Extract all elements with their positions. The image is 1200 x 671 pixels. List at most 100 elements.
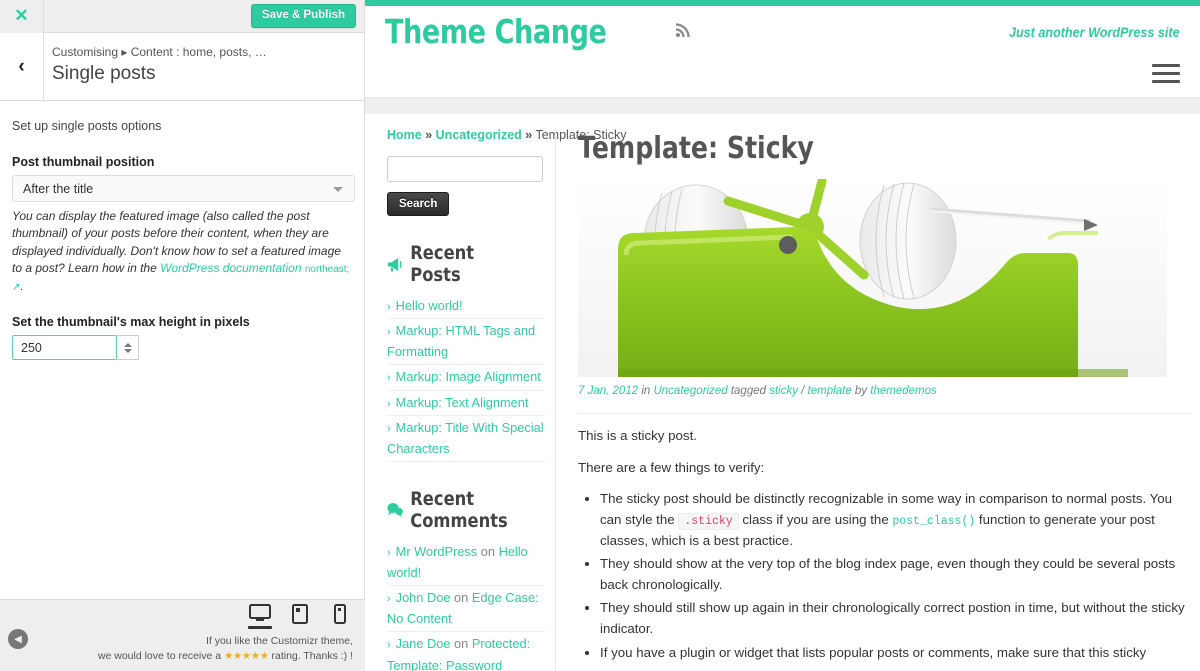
post-tag-template[interactable]: template — [808, 385, 852, 397]
stepper-up-icon[interactable] — [123, 342, 132, 347]
rss-icon[interactable] — [675, 21, 692, 43]
list-item[interactable]: › Hello world! — [387, 294, 545, 320]
recent-comments-list: › Mr WordPress on Hello world! › John Doe … — [387, 540, 545, 671]
save-and-publish-button[interactable]: Save & Publish — [250, 4, 356, 28]
device-preview-switcher — [247, 604, 353, 629]
close-customizer-button[interactable]: ✕ — [0, 0, 44, 33]
credit-line-1: If you like the Customizr theme, — [205, 634, 353, 647]
list-item[interactable]: › Mr WordPress on Hello world! — [387, 540, 545, 587]
widget-recent-comments: Recent Comments › Mr WordPress on Hello w… — [387, 488, 545, 671]
customizer-topbar: ✕ Save & Publish — [0, 0, 364, 33]
comment-author-link[interactable]: John Doe — [396, 590, 451, 605]
help-text-part2: . — [20, 278, 24, 293]
hamburger-bar-3 — [1152, 80, 1180, 83]
post-title: Template: Sticky — [578, 131, 814, 166]
active-device-indicator — [248, 626, 272, 629]
breadcrumb: Customising ▸ Content : home, posts, … — [52, 45, 267, 59]
post-content: This is a sticky post. There are a few t… — [578, 414, 1192, 663]
hub-pin — [779, 236, 797, 254]
breadcrumb-separator-2: » — [525, 128, 533, 142]
site-tagline: Just another WordPress site — [1009, 24, 1180, 40]
meta-in-word: in — [641, 385, 651, 397]
list-item[interactable]: › Markup: Text Alignment — [387, 391, 545, 416]
site-header: Theme Change Just another WordPress site — [365, 6, 1200, 98]
post-date[interactable]: 7 Jan, 2012 — [578, 385, 638, 397]
stepper-down-icon[interactable] — [123, 348, 132, 353]
device-tablet-button[interactable] — [287, 604, 313, 624]
rating-stars[interactable]: ★★★★★ — [224, 650, 269, 662]
post-author[interactable]: themedemos — [870, 385, 936, 397]
post-category[interactable]: Uncategorized — [653, 385, 727, 397]
max-height-control: 250 — [12, 335, 352, 361]
wordpress-documentation-link[interactable]: WordPress documentation — [160, 261, 301, 275]
mobile-icon — [334, 604, 346, 624]
thumbnail-position-select[interactable]: After the title — [12, 175, 355, 202]
breadcrumb-home[interactable]: Home — [387, 128, 422, 142]
verify-list: The sticky post should be distinctly rec… — [578, 489, 1192, 663]
search-button[interactable]: Search — [387, 192, 450, 216]
site-title[interactable]: Theme Change — [385, 12, 607, 51]
credit-line-2: we would love to receive a ★★★★★ rating.… — [98, 649, 353, 665]
recent-post-link[interactable]: Hello world! — [396, 298, 463, 313]
customizer-sidebar: ✕ Save & Publish ‹ Customising ▸ Content… — [0, 0, 365, 671]
customizer-screen: ✕ Save & Publish ‹ Customising ▸ Content… — [0, 0, 1200, 671]
customizer-panel-header: ‹ Customising ▸ Content : home, posts, …… — [0, 33, 364, 101]
menu-toggle-button[interactable] — [1152, 64, 1180, 88]
recent-post-link[interactable]: Markup: Text Alignment — [396, 395, 529, 410]
comment-author-link[interactable]: Jane Doe — [396, 636, 451, 651]
device-desktop-button[interactable] — [247, 604, 273, 629]
list-item[interactable]: › Markup: Image Alignment — [387, 365, 545, 391]
back-button[interactable]: ‹ — [0, 33, 44, 100]
post-tag-sticky[interactable]: sticky — [769, 385, 798, 397]
list-item[interactable]: › John Doe on Edge Case: No Content — [387, 586, 545, 633]
thumbnail-position-help: You can display the featured image (also… — [12, 208, 352, 295]
hamburger-bar-1 — [1152, 64, 1180, 67]
widget-title: Recent Comments — [387, 488, 523, 532]
customizer-footer: ◀ If you like the Customizr theme, we wo… — [0, 599, 365, 671]
preview-sidebar: Home » Uncategorized » Template: Sticky … — [365, 128, 627, 671]
chevron-right-icon: › — [387, 397, 391, 410]
page-body: Home » Uncategorized » Template: Sticky … — [365, 114, 1200, 671]
tablet-icon — [292, 604, 308, 624]
featured-image[interactable] — [578, 179, 1167, 377]
max-height-input[interactable]: 250 — [12, 335, 117, 361]
chevron-left-icon: ‹ — [18, 55, 25, 77]
recent-post-link[interactable]: Markup: HTML Tags and Formatting — [387, 323, 535, 359]
list-item[interactable]: › Markup: HTML Tags and Formatting — [387, 319, 545, 366]
recent-post-link[interactable]: Markup: Image Alignment — [396, 369, 541, 384]
breadcrumb-category[interactable]: Uncategorized — [436, 128, 522, 142]
chevron-right-icon: › — [387, 593, 391, 606]
search-input[interactable] — [387, 156, 543, 182]
post-meta: 7 Jan, 2012 in Uncategorized tagged stic… — [578, 385, 1192, 414]
post-paragraph: This is a sticky post. — [578, 428, 697, 443]
comment-on-word: on — [450, 590, 472, 606]
chevron-right-icon: › — [387, 301, 391, 313]
comments-icon — [387, 502, 403, 518]
recent-posts-list: › Hello world! › Markup: HTML Tags and For… — [387, 294, 545, 462]
breadcrumb-separator-1: » — [425, 128, 433, 142]
hamburger-bar-2 — [1152, 72, 1180, 75]
list-item: They should show at the very top of the … — [600, 554, 1192, 595]
recent-post-link[interactable]: Markup: Title With Special Characters — [387, 420, 544, 456]
megaphone-icon — [387, 257, 403, 272]
collapse-icon: ◀ — [14, 633, 22, 645]
device-mobile-button[interactable] — [327, 604, 353, 624]
max-height-label: Set the thumbnail's max height in pixels — [12, 315, 250, 330]
thumbnail-position-value: After the title — [23, 181, 94, 196]
widget-title: Recent Posts — [387, 242, 523, 286]
comment-author-link[interactable]: Mr WordPress — [396, 544, 478, 559]
quantity-stepper[interactable] — [117, 335, 139, 361]
list-item[interactable]: › Jane Doe on Protected: Template: Passwo… — [387, 632, 545, 671]
preview-breadcrumb: Home » Uncategorized » Template: Sticky — [387, 128, 627, 142]
header-spacer — [365, 98, 1200, 114]
collapse-sidebar-button[interactable]: ◀ — [8, 629, 28, 649]
section-description: Set up single posts options — [12, 119, 162, 133]
close-icon: ✕ — [14, 6, 29, 25]
post-paragraph: There are a few things to verify: — [578, 459, 765, 475]
desktop-icon — [249, 604, 271, 621]
chevron-right-icon: › — [387, 372, 391, 385]
list-item[interactable]: › Markup: Title With Special Characters — [387, 416, 545, 462]
comment-on-word: on — [450, 636, 472, 652]
chevron-right-icon: › — [387, 326, 391, 339]
list-item: They should still show up again in their… — [600, 598, 1192, 639]
